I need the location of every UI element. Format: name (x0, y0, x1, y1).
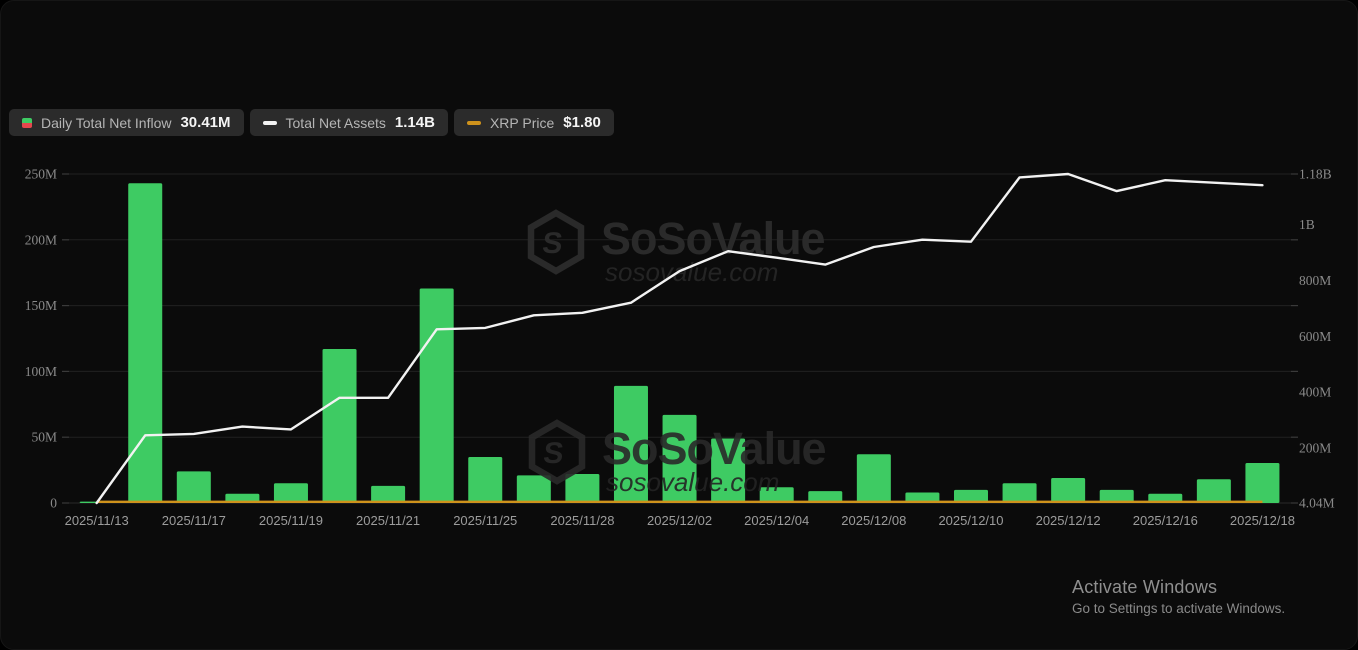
xrp-etf-flow-chart[interactable]: 0 50M 100M 150M 200M 250M 4.04M 200M 400M 600M 800… (1, 1, 1358, 650)
activate-windows-title: Activate Windows (1072, 577, 1285, 598)
svg-text:1.18B: 1.18B (1299, 167, 1332, 182)
sosovalue-cube-logo: S (531, 213, 581, 271)
chart-card: Daily Total Net Inflow 30.41M Total Net … (0, 0, 1358, 650)
svg-text:2025/12/12: 2025/12/12 (1036, 513, 1101, 528)
svg-text:2025/12/16: 2025/12/16 (1133, 513, 1198, 528)
svg-text:1B: 1B (1299, 217, 1315, 232)
svg-text:2025/11/25: 2025/11/25 (453, 513, 517, 528)
svg-text:100M: 100M (25, 364, 57, 379)
activate-windows-subtitle: Go to Settings to activate Windows. (1072, 601, 1285, 616)
svg-text:2025/11/28: 2025/11/28 (550, 513, 614, 528)
svg-text:2025/12/18: 2025/12/18 (1230, 513, 1295, 528)
watermark-domain-text: sosovalue.com (605, 257, 778, 287)
svg-text:2025/12/02: 2025/12/02 (647, 513, 712, 528)
svg-text:600M: 600M (1299, 329, 1331, 344)
svg-text:250M: 250M (25, 167, 57, 182)
svg-text:400M: 400M (1299, 385, 1331, 400)
svg-text:150M: 150M (25, 298, 57, 313)
svg-text:S: S (542, 437, 565, 470)
svg-text:4.04M: 4.04M (1299, 496, 1335, 511)
svg-text:2025/11/19: 2025/11/19 (259, 513, 323, 528)
sosovalue-cube-logo: S (532, 423, 582, 481)
activate-windows-overlay: Activate Windows Go to Settings to activ… (1072, 577, 1285, 616)
svg-text:2025/12/04: 2025/12/04 (744, 513, 809, 528)
svg-text:0: 0 (50, 496, 57, 511)
svg-text:800M: 800M (1299, 273, 1331, 288)
svg-text:2025/12/10: 2025/12/10 (938, 513, 1003, 528)
y-axis-right-labels: 4.04M 200M 400M 600M 800M 1B 1.18B (1299, 167, 1335, 511)
svg-text:S: S (541, 227, 564, 260)
x-axis-labels: 2025/11/13 2025/11/17 2025/11/19 2025/11/21… (65, 513, 1295, 528)
svg-text:2025/11/17: 2025/11/17 (162, 513, 226, 528)
svg-text:200M: 200M (25, 232, 57, 247)
svg-text:2025/11/21: 2025/11/21 (356, 513, 420, 528)
watermark-domain-text: sosovalue.com (606, 467, 779, 497)
svg-text:2025/11/13: 2025/11/13 (65, 513, 129, 528)
svg-text:200M: 200M (1299, 441, 1331, 456)
svg-text:2025/12/08: 2025/12/08 (841, 513, 906, 528)
svg-text:50M: 50M (31, 430, 57, 445)
sosovalue-watermark: SSoSoValuesosovalue.com (531, 213, 825, 287)
y-axis-left-labels: 0 50M 100M 150M 200M 250M (25, 167, 58, 511)
